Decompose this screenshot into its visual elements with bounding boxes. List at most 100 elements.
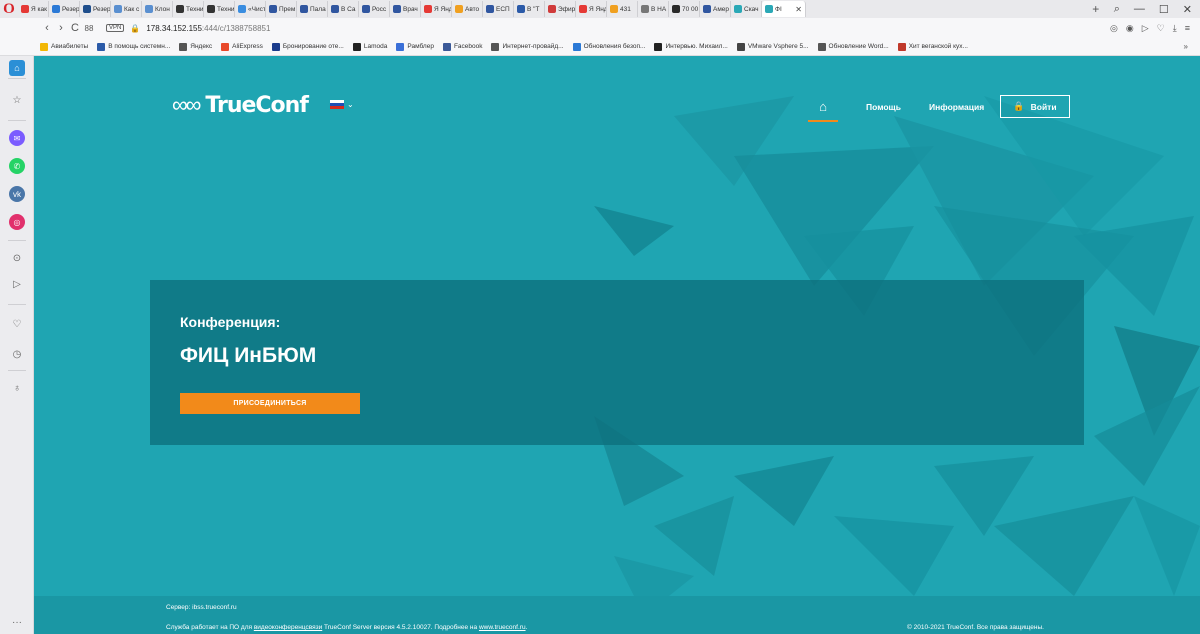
vk-icon[interactable]: vk: [9, 186, 25, 202]
bookmark-item[interactable]: Обновление Word...: [817, 42, 889, 51]
browser-tab[interactable]: Как с: [111, 1, 142, 17]
messenger-icon[interactable]: ✉: [9, 130, 25, 146]
new-tab-button[interactable]: +: [1088, 2, 1104, 16]
bookmark-label: Обновление Word...: [828, 43, 889, 50]
vpn-badge[interactable]: VPN: [106, 24, 125, 32]
bookmark-item[interactable]: Lamoda: [352, 42, 387, 51]
home-icon[interactable]: ⌂: [9, 60, 25, 76]
address-action-icon[interactable]: ≡: [1185, 23, 1190, 34]
tab-favicon-icon: [765, 5, 773, 13]
address-action-icon[interactable]: ⤓: [1173, 23, 1177, 34]
browser-tab[interactable]: Техни: [173, 1, 204, 17]
login-label: Войти: [1030, 101, 1057, 112]
browser-tab[interactable]: Я Янде: [421, 1, 452, 17]
settings-icon[interactable]: ♁: [9, 380, 25, 396]
opera-menu-icon[interactable]: O: [0, 0, 18, 18]
bookmark-item[interactable]: VMware Vsphere 5...: [736, 42, 809, 51]
footer-site-link[interactable]: www.trueconf.ru: [479, 624, 526, 631]
browser-tab[interactable]: 431: [607, 1, 638, 17]
bookmark-favicon-icon: [40, 42, 48, 51]
nav-help-link[interactable]: Помощь: [866, 102, 901, 112]
tab-favicon-icon: [672, 5, 680, 13]
address-action-icon[interactable]: ♡: [1157, 23, 1165, 34]
browser-tab[interactable]: ЕСП: [483, 1, 514, 17]
address-action-icon[interactable]: ▷: [1142, 23, 1149, 34]
tab-favicon-icon: [52, 5, 60, 13]
heart-icon[interactable]: ♡: [9, 316, 25, 332]
whatsapp-icon[interactable]: ✆: [9, 158, 25, 174]
browser-tab[interactable]: «Чист: [235, 1, 266, 17]
nav-info-link[interactable]: Информация: [929, 102, 984, 112]
reload-icon[interactable]: C: [68, 22, 82, 34]
bookmark-item[interactable]: Яндекс: [179, 42, 213, 51]
bookmarks-more-icon[interactable]: »: [1184, 42, 1200, 51]
tab-label: Врач: [403, 5, 418, 13]
bookmark-label: Рамблер: [407, 43, 434, 50]
login-button[interactable]: 🔒 Войти: [1000, 95, 1070, 118]
browser-tab[interactable]: Эфир: [545, 1, 576, 17]
browser-tab[interactable]: В Са: [328, 1, 359, 17]
instagram-icon[interactable]: ◎: [9, 214, 25, 230]
join-button[interactable]: ПРИСОЕДИНИТЬСЯ: [180, 393, 360, 414]
address-action-icon[interactable]: ◎: [1110, 23, 1118, 34]
tab-label: Резер: [62, 5, 80, 13]
speed-dial-icon[interactable]: 88: [82, 24, 96, 33]
history-icon[interactable]: ◷: [9, 346, 25, 362]
browser-tab[interactable]: Прем: [266, 1, 297, 17]
browser-tab[interactable]: В "Т: [514, 1, 545, 17]
bookmark-favicon-icon: [97, 42, 106, 51]
tab-favicon-icon: [641, 5, 649, 13]
bookmark-favicon-icon: [654, 42, 663, 51]
browser-tab[interactable]: Авто: [452, 1, 483, 17]
address-action-icon[interactable]: ◉: [1126, 23, 1134, 34]
browser-tab[interactable]: Скач: [731, 1, 762, 17]
footer-vks-link[interactable]: видеоконференцсвязи: [254, 624, 322, 631]
tab-favicon-icon: [548, 5, 556, 13]
bookmark-item[interactable]: Авиабилеты: [40, 42, 88, 51]
bookmark-item[interactable]: Бронирование оте...: [271, 42, 344, 51]
minimize-icon[interactable]: —: [1134, 3, 1145, 15]
browser-tab[interactable]: Амер: [700, 1, 731, 17]
bookmark-item[interactable]: Рамблер: [396, 42, 434, 51]
browser-tab[interactable]: Техни: [204, 1, 235, 17]
bookmark-label: Яндекс: [190, 43, 213, 50]
browser-tab[interactable]: Резер: [49, 1, 80, 17]
browser-tab[interactable]: Пала: [297, 1, 328, 17]
browser-tab[interactable]: ФІ ✕: [762, 1, 806, 17]
bookmark-item[interactable]: В помощь системн...: [97, 42, 170, 51]
browser-tab[interactable]: В НА: [638, 1, 669, 17]
bookmark-item[interactable]: Facebook: [442, 42, 482, 51]
lock-icon[interactable]: 🔒: [130, 24, 140, 33]
send-icon[interactable]: ▷: [9, 276, 25, 292]
close-window-icon[interactable]: ✕: [1183, 3, 1192, 16]
browser-tab[interactable]: Росс: [359, 1, 390, 17]
language-selector[interactable]: ⌄: [330, 100, 354, 109]
player-icon[interactable]: ⊙: [9, 250, 25, 266]
browser-tab[interactable]: 70 00: [669, 1, 700, 17]
back-icon[interactable]: ‹: [40, 22, 54, 34]
more-icon[interactable]: ···: [9, 614, 25, 630]
bookmark-item[interactable]: Хит веганской кух...: [897, 42, 968, 51]
search-tabs-icon[interactable]: ⌕: [1114, 3, 1120, 16]
trueconf-logo[interactable]: ∞∞ TrueConf: [172, 92, 309, 118]
conference-label: Конференция:: [180, 314, 281, 330]
bookmark-item[interactable]: AliExpress: [221, 42, 263, 51]
nav-home-icon[interactable]: ⌂: [808, 92, 838, 122]
url-path: :444/c/1388758851: [201, 23, 271, 33]
maximize-icon[interactable]: ☐: [1159, 3, 1169, 16]
tab-close-icon[interactable]: ✕: [795, 5, 802, 14]
url-field[interactable]: 178.34.152.155:444/c/1388758851: [146, 24, 270, 33]
browser-tab[interactable]: Я как с: [18, 1, 49, 17]
browser-tab[interactable]: Клон: [142, 1, 173, 17]
bookmark-item[interactable]: Обновления безоп...: [572, 42, 645, 51]
bookmark-item[interactable]: Интервью. Михаил...: [654, 42, 728, 51]
forward-icon[interactable]: ›: [54, 22, 68, 34]
browser-tab[interactable]: Врач: [390, 1, 421, 17]
tab-label: Как с: [124, 5, 140, 13]
bookmark-item[interactable]: Интернет-провайд...: [491, 42, 564, 51]
browser-tab-bar: O Я как с Резер Резер Как с Клон Техни Техни «Ч…: [0, 0, 1200, 18]
bookmark-favicon-icon: [352, 42, 361, 51]
browser-tab[interactable]: Резер: [80, 1, 111, 17]
bookmark-star-icon[interactable]: ☆: [9, 92, 25, 108]
browser-tab[interactable]: Я Янде: [576, 1, 607, 17]
